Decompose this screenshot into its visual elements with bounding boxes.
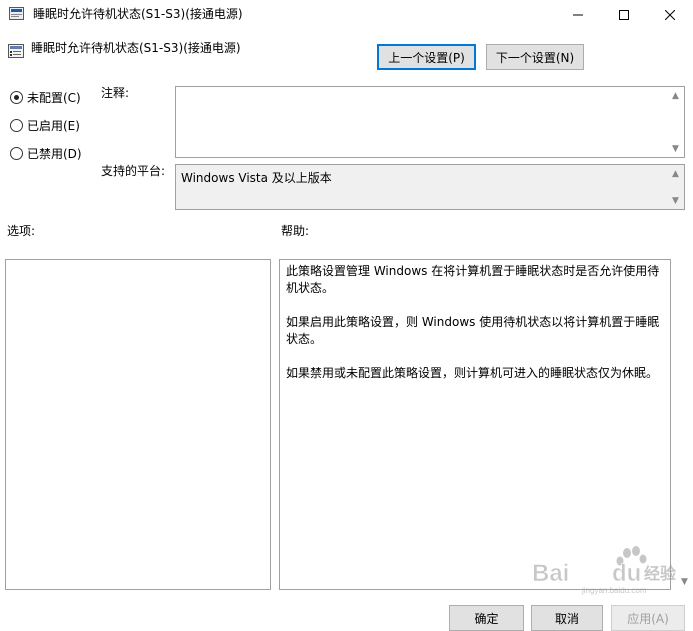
platform-label: 支持的平台: <box>101 164 166 178</box>
radio-button[interactable] <box>10 118 23 132</box>
maximize-icon <box>619 10 629 20</box>
comment-label: 注释: <box>101 86 130 100</box>
radio-not-configured[interactable]: 未配置(C) <box>10 89 81 105</box>
svg-text:du: du <box>612 560 641 587</box>
close-button[interactable] <box>647 0 693 30</box>
radio-disabled[interactable]: 已禁用(D) <box>10 145 82 161</box>
comment-textarea[interactable]: ▲ ▼ <box>175 86 685 158</box>
next-setting-button[interactable]: 下一个设置(N) <box>486 44 584 70</box>
radio-label: 未配置(C) <box>27 90 81 105</box>
policy-name: 睡眠时允许待机状态(S1-S3)(接通电源) <box>31 41 241 55</box>
ok-button[interactable]: 确定 <box>449 605 524 631</box>
options-label: 选项: <box>7 224 36 238</box>
apply-button: 应用(A) <box>611 605 685 631</box>
scroll-up-icon[interactable]: ▲ <box>667 165 684 182</box>
dialog-scrollbar[interactable]: ▼ <box>676 260 693 590</box>
help-paragraph: 此策略设置管理 Windows 在将计算机置于睡眠状态时是否允许使用待机状态。 <box>286 264 660 295</box>
minimize-button[interactable] <box>555 0 601 30</box>
options-pane[interactable] <box>5 259 271 590</box>
svg-text:jingyan.baidu.com: jingyan.baidu.com <box>581 586 647 595</box>
help-label: 帮助: <box>281 224 310 238</box>
radio-label: 已启用(E) <box>27 118 80 133</box>
svg-text:Bai: Bai <box>532 560 569 587</box>
help-paragraph: 如果启用此策略设置，则 Windows 使用待机状态以将计算机置于睡眠状态。 <box>286 315 660 346</box>
radio-button-checked[interactable] <box>10 90 23 104</box>
help-paragraph: 如果禁用或未配置此策略设置，则计算机可进入的睡眠状态仅为休眠。 <box>286 366 659 380</box>
baidu-watermark: Bai du 经验 jingyan.baidu.com <box>532 545 682 595</box>
window-title: 睡眠时允许待机状态(S1-S3)(接通电源) <box>33 7 243 21</box>
previous-setting-button[interactable]: 上一个设置(P) <box>377 44 476 70</box>
radio-label: 已禁用(D) <box>27 146 82 161</box>
minimize-icon <box>573 14 583 16</box>
policy-setting-icon <box>8 44 25 59</box>
radio-button[interactable] <box>10 146 23 160</box>
svg-text:经验: 经验 <box>644 564 677 583</box>
maximize-button[interactable] <box>601 0 647 30</box>
policy-icon <box>9 6 26 21</box>
help-pane[interactable]: 此策略设置管理 Windows 在将计算机置于睡眠状态时是否允许使用待机状态。 … <box>279 259 671 590</box>
platform-value: Windows Vista 及以上版本 <box>181 171 332 185</box>
platform-scrollbar[interactable]: ▲ ▼ <box>667 165 684 209</box>
cancel-button[interactable]: 取消 <box>531 605 603 631</box>
scroll-down-icon[interactable]: ▼ <box>667 140 684 157</box>
platform-field: Windows Vista 及以上版本 ▲ ▼ <box>175 164 685 210</box>
scroll-down-icon[interactable]: ▼ <box>667 192 684 209</box>
radio-enabled[interactable]: 已启用(E) <box>10 117 80 133</box>
close-icon <box>665 10 675 20</box>
scroll-up-icon[interactable]: ▲ <box>667 87 684 104</box>
comment-scrollbar[interactable]: ▲ ▼ <box>667 87 684 157</box>
